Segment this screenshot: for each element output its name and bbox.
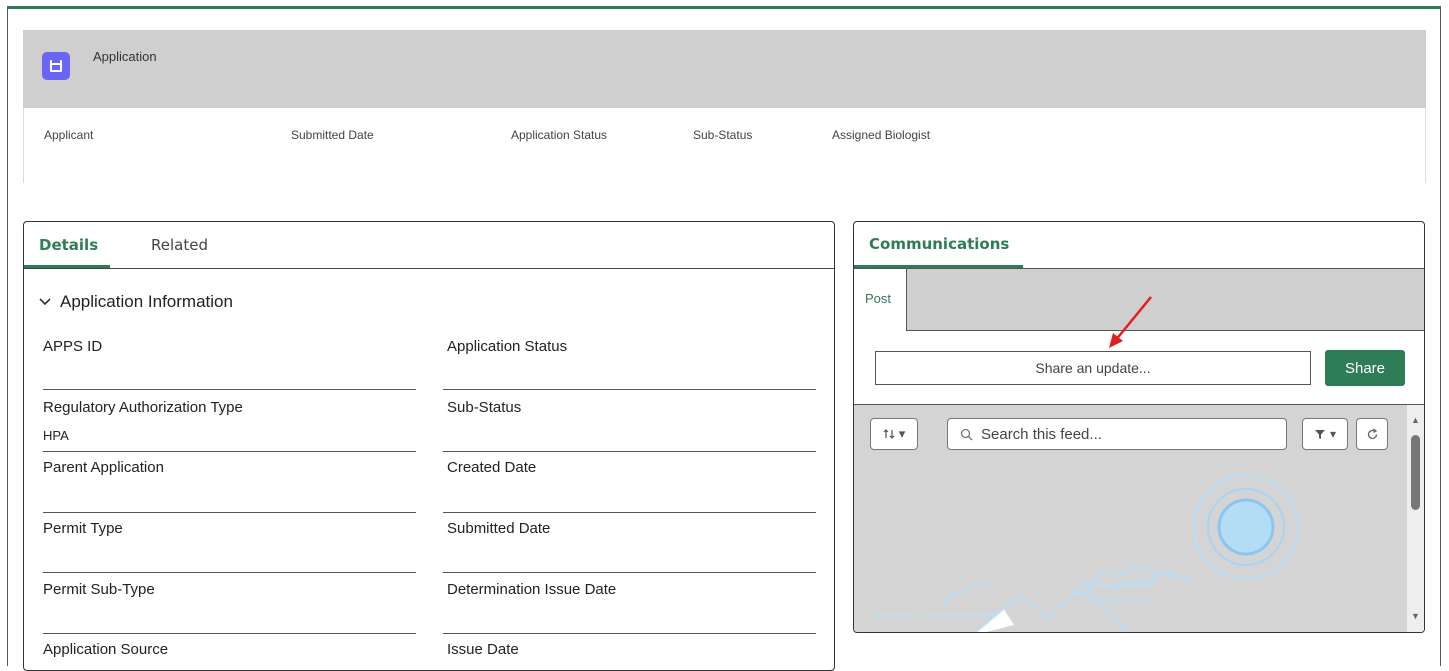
field-label-regulatory-authorization-type: Regulatory Authorization Type bbox=[43, 399, 243, 416]
field-label-apps-id: APPS ID bbox=[43, 338, 103, 355]
search-placeholder: Search this feed... bbox=[981, 425, 1102, 443]
highlight-sub-status: Sub-Status bbox=[693, 128, 753, 142]
application-icon bbox=[42, 52, 70, 80]
details-tabs: Details Related bbox=[24, 222, 834, 269]
scroll-up-icon[interactable]: ▲ bbox=[1411, 415, 1420, 425]
share-update-input[interactable]: Share an update... bbox=[875, 351, 1311, 385]
field-label-submitted-date: Submitted Date bbox=[447, 520, 551, 537]
field-label-application-source: Application Source bbox=[43, 641, 169, 658]
highlight-application-status: Application Status bbox=[511, 128, 608, 142]
section-application-information[interactable]: Application Information bbox=[38, 292, 233, 312]
scroll-down-icon[interactable]: ▼ bbox=[1411, 611, 1420, 621]
empty-feed-illustration bbox=[874, 474, 1299, 632]
publisher-tab-strip bbox=[906, 269, 1424, 331]
section-title: Application Information bbox=[60, 292, 233, 311]
refresh-icon bbox=[1367, 427, 1377, 439]
annotation-arrow-icon bbox=[1109, 296, 1152, 348]
filter-icon bbox=[1314, 430, 1325, 439]
sort-icon bbox=[883, 429, 895, 439]
field-divider bbox=[443, 572, 816, 573]
tab-details[interactable]: Details bbox=[39, 236, 98, 254]
field-divider bbox=[43, 512, 416, 513]
field-label-determination-issue-date: Determination Issue Date bbox=[447, 581, 617, 598]
field-label-sub-status: Sub-Status bbox=[447, 399, 522, 416]
feed-scrollbar[interactable]: ▲ ▼ bbox=[1407, 405, 1424, 632]
refresh-button[interactable] bbox=[1356, 418, 1388, 450]
field-divider bbox=[443, 633, 816, 634]
communications-panel: Communications Post Share an update... S… bbox=[853, 221, 1425, 633]
field-label-permit-sub-type: Permit Sub-Type bbox=[43, 581, 155, 598]
active-tab-indicator bbox=[24, 265, 110, 268]
details-panel: Details Related Application Information … bbox=[23, 221, 835, 671]
highlight-assigned-biologist: Assigned Biologist bbox=[832, 128, 931, 142]
field-divider bbox=[443, 451, 816, 452]
field-label-application-status: Application Status bbox=[447, 338, 568, 355]
field-divider bbox=[43, 451, 416, 452]
chevron-down-icon: ▾ bbox=[1329, 427, 1337, 441]
field-divider bbox=[43, 389, 416, 390]
chevron-down-icon bbox=[39, 298, 51, 306]
field-divider bbox=[43, 633, 416, 634]
record-object-name: Application bbox=[93, 49, 157, 64]
field-divider bbox=[43, 572, 416, 573]
field-label-issue-date: Issue Date bbox=[447, 641, 519, 658]
share-button[interactable]: Share bbox=[1325, 350, 1405, 386]
scrollbar-thumb[interactable] bbox=[1411, 435, 1420, 510]
sort-button[interactable]: ▾ bbox=[870, 418, 918, 450]
highlight-submitted-date: Submitted Date bbox=[291, 128, 374, 142]
chevron-down-icon: ▾ bbox=[898, 426, 906, 441]
field-value-regulatory-authorization-type: HPA bbox=[43, 428, 69, 443]
field-label-permit-type: Permit Type bbox=[43, 520, 123, 537]
field-label-created-date: Created Date bbox=[447, 459, 537, 476]
filter-button[interactable]: ▾ bbox=[1302, 418, 1348, 450]
feed-area: ▾ Search this feed... ▾ ▲ ▼ bbox=[854, 405, 1424, 632]
search-feed-input[interactable]: Search this feed... bbox=[947, 418, 1287, 450]
tab-post[interactable]: Post bbox=[865, 291, 891, 306]
field-divider bbox=[443, 389, 816, 390]
field-divider bbox=[443, 512, 816, 513]
search-icon bbox=[960, 428, 973, 440]
record-highlights: Applicant Submitted Date Application Sta… bbox=[23, 108, 1426, 183]
highlight-applicant: Applicant bbox=[44, 128, 94, 142]
tab-communications[interactable]: Communications bbox=[869, 235, 1009, 253]
field-label-parent-application: Parent Application bbox=[43, 459, 164, 476]
tab-related[interactable]: Related bbox=[151, 236, 208, 254]
record-header: Application bbox=[23, 30, 1426, 108]
